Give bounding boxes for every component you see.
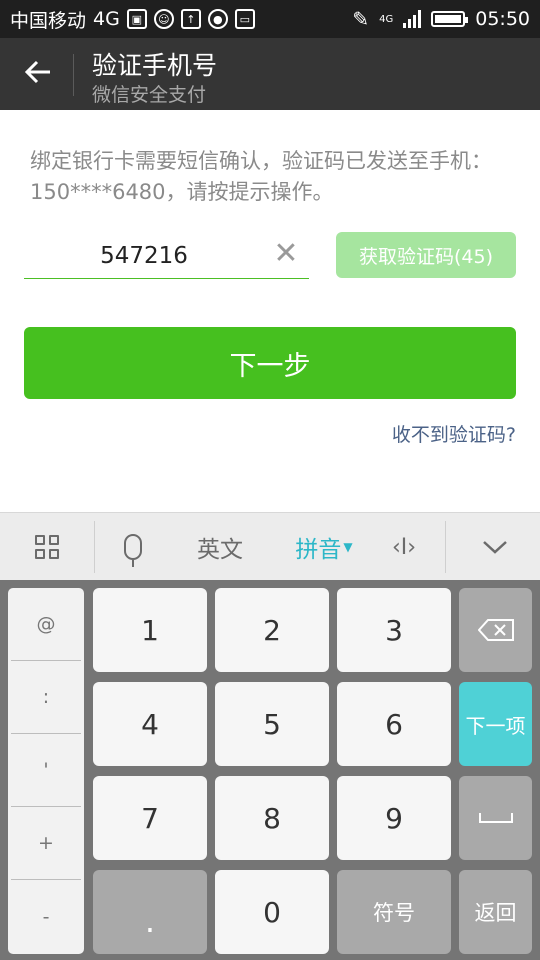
vibrate-icon: ✎ — [352, 7, 370, 31]
pinyin-label: 拼音 — [295, 537, 342, 563]
toolbar-divider-2 — [445, 521, 446, 573]
numeric-keyboard: @ : ' + - 1 2 3 4 5 6 下一项 7 8 9 . 0 符号 返… — [0, 580, 540, 960]
next-item-key[interactable]: 下一项 — [459, 682, 532, 766]
return-key[interactable]: 返回 — [459, 870, 532, 954]
window-icon: ▭ — [234, 9, 255, 29]
signal-network-label: 4G — [379, 13, 394, 25]
key-1[interactable]: 1 — [93, 588, 207, 672]
symbols-key[interactable]: 符号 — [337, 870, 451, 954]
signal-icon — [403, 10, 422, 28]
space-key[interactable] — [459, 776, 532, 860]
key-apostrophe[interactable]: ' — [11, 734, 81, 807]
face-icon: ☺ — [153, 9, 174, 29]
no-code-link[interactable]: 收不到验证码? — [392, 420, 516, 447]
image-icon: ▣ — [126, 9, 147, 29]
status-bar: 中国移动 4G ▣ ☺ ↑ ● ▭ ✎ 4G 05:50 — [0, 0, 540, 38]
carrier-label: 中国移动 — [10, 9, 87, 32]
clear-icon[interactable]: ✕ — [271, 239, 301, 269]
dropdown-icon: ▼ — [343, 540, 353, 554]
network-label: 4G — [93, 8, 120, 30]
get-code-button[interactable]: 获取验证码(45) — [336, 232, 516, 278]
menu-grid-icon[interactable] — [0, 513, 94, 581]
pinyin-mode-button[interactable]: 拼音 ▼ — [282, 513, 366, 581]
sim-icon: ↑ — [180, 9, 201, 29]
back-arrow-icon[interactable] — [22, 56, 54, 88]
key-7[interactable]: 7 — [93, 776, 207, 860]
key-6[interactable]: 6 — [337, 682, 451, 766]
delete-key[interactable] — [459, 588, 532, 672]
key-3[interactable]: 3 — [337, 588, 451, 672]
clock: 05:50 — [475, 8, 530, 30]
keyboard-toolbar: 英文 拼音 ▼ ‹I› — [0, 512, 540, 580]
key-dot[interactable]: . — [93, 870, 207, 954]
symbol-column: @ : ' + - — [8, 588, 84, 954]
key-8[interactable]: 8 — [215, 776, 329, 860]
key-4[interactable]: 4 — [93, 682, 207, 766]
header-divider — [73, 54, 74, 96]
key-colon[interactable]: : — [11, 661, 81, 734]
microphone-icon[interactable] — [100, 513, 166, 581]
key-2[interactable]: 2 — [215, 588, 329, 672]
page-subtitle: 微信安全支付 — [92, 84, 207, 106]
key-plus[interactable]: + — [11, 807, 81, 880]
app-header: 验证手机号 微信安全支付 — [0, 38, 540, 110]
next-step-button[interactable]: 下一步 — [24, 327, 516, 399]
battery-icon — [431, 11, 469, 27]
sms-description: 绑定银行卡需要短信确认，验证码已发送至手机：150****6480，请按提示操作… — [30, 149, 492, 204]
key-5[interactable]: 5 — [215, 682, 329, 766]
collapse-keyboard-icon[interactable] — [450, 513, 540, 581]
key-at[interactable]: @ — [11, 588, 81, 661]
notification-icon: ● — [207, 9, 228, 29]
page-title: 验证手机号 — [92, 51, 218, 80]
code-field: ✕ — [24, 235, 309, 279]
key-minus[interactable]: - — [11, 880, 81, 953]
backspace-icon — [477, 619, 514, 641]
code-input[interactable] — [24, 235, 264, 277]
cursor-move-icon[interactable]: ‹I› — [376, 513, 432, 581]
space-icon — [478, 813, 513, 823]
toolbar-divider — [94, 521, 95, 573]
key-9[interactable]: 9 — [337, 776, 451, 860]
english-mode-button[interactable]: 英文 — [178, 513, 262, 581]
key-0[interactable]: 0 — [215, 870, 329, 954]
